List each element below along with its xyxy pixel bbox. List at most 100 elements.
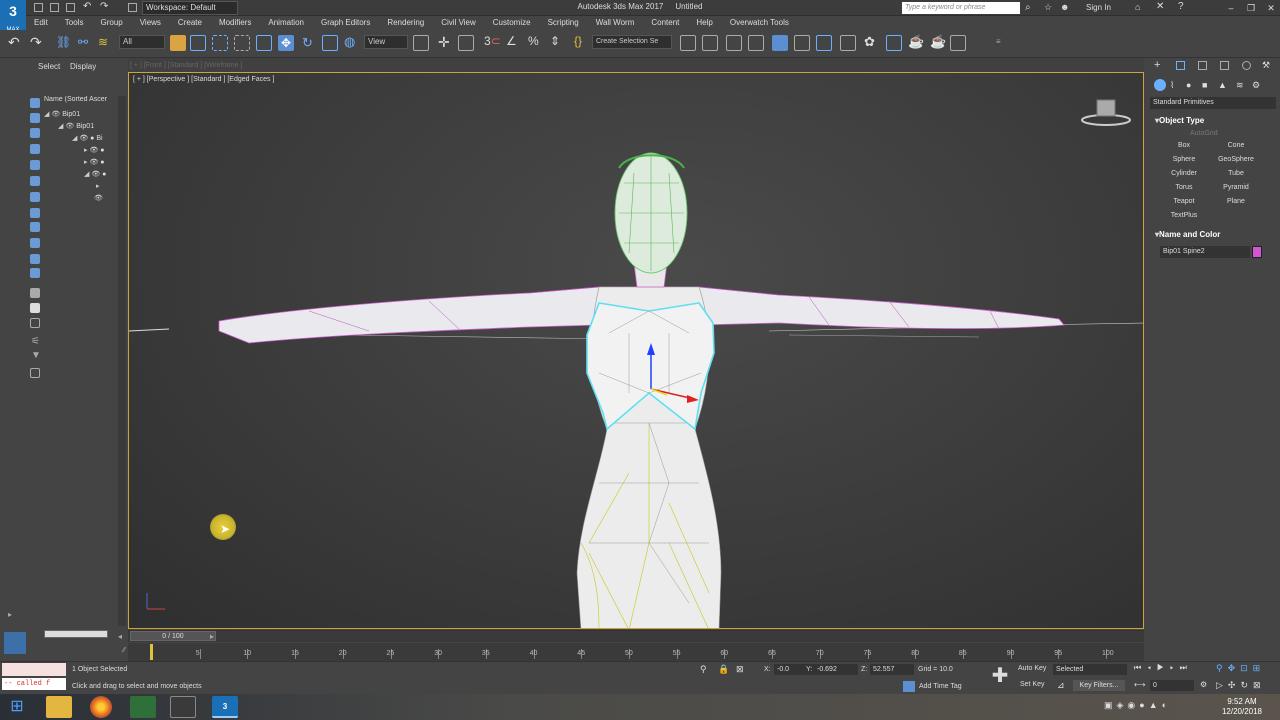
viewport-navigation-controls-row2[interactable]: ▷✣↻⊠ (1216, 680, 1266, 691)
snap-toggle-icon[interactable]: 3⊂ (484, 34, 501, 48)
key-filter-icon[interactable]: ⊿ (1057, 680, 1065, 691)
list-item[interactable]: ◢ 👁 ● Bi (72, 134, 103, 144)
project-folder-icon[interactable] (128, 3, 137, 12)
schematic-view-icon[interactable] (816, 35, 832, 51)
primitive-category-dropdown[interactable]: Standard Primitives (1150, 97, 1276, 109)
explorer-scrollbar[interactable] (118, 96, 126, 626)
shapes-icon[interactable]: ⌇ (1170, 80, 1174, 91)
time-config-icon[interactable]: ⚙ (1200, 680, 1207, 689)
pyramid-button[interactable]: Pyramid (1211, 182, 1261, 194)
time-tag-icon[interactable] (903, 681, 915, 692)
object-color-swatch[interactable] (1252, 246, 1262, 258)
menu-edit[interactable]: Edit (26, 16, 57, 30)
taskbar-clock[interactable]: 9:52 AM 12/20/2018 (1214, 697, 1270, 717)
unlink-icon[interactable]: ⚯ (78, 35, 88, 49)
selection-lock-icon[interactable]: 🔒 (718, 664, 729, 675)
undo-icon[interactable]: ↶ (8, 34, 20, 51)
viewport-navigation-controls[interactable]: ⚲✥⊡⊞ (1216, 663, 1265, 674)
key-filters-button[interactable]: Key Filters... (1073, 680, 1125, 691)
viewport-label[interactable]: [ + ] [Perspective ] [Standard ] [Edged … (133, 76, 274, 83)
reference-coordinate-dropdown[interactable]: View (364, 35, 408, 49)
teapot-button[interactable]: Teapot (1159, 196, 1209, 208)
y-coordinate-field[interactable]: -0.692 (814, 664, 858, 675)
modify-tab-icon[interactable] (1176, 61, 1185, 70)
set-key-button[interactable]: Set Key (1020, 681, 1045, 688)
cameras-icon[interactable]: ■ (1202, 80, 1207, 90)
tube-button[interactable]: Tube (1211, 168, 1261, 180)
display-cameras-icon[interactable] (30, 144, 40, 154)
isolate-icon[interactable]: ⚲ (700, 664, 707, 675)
named-selection-dropdown[interactable]: Create Selection Se (592, 35, 672, 49)
maximize-button[interactable]: ❐ (1244, 2, 1258, 14)
set-key-icon[interactable]: ✚ (988, 664, 1012, 688)
windows-start-icon[interactable]: ⊞ (4, 696, 30, 718)
list-item[interactable]: ▸ 👁 ● (84, 158, 105, 168)
display-containers-icon[interactable] (30, 238, 40, 248)
mini-curve-editor-icon[interactable]: ⁄⁄ (123, 647, 125, 654)
file-explorer-icon[interactable] (46, 696, 72, 718)
display-lights-icon[interactable] (30, 128, 40, 138)
select-and-move-icon[interactable]: ✥ (278, 35, 294, 51)
select-object-icon[interactable] (170, 35, 186, 51)
z-coordinate-field[interactable]: 52.557 (870, 664, 914, 675)
box-button[interactable]: Box (1159, 140, 1209, 152)
filter-icon[interactable]: ⚟ (31, 336, 40, 347)
tab-select[interactable]: Select (38, 62, 60, 71)
exchange-icon[interactable]: ✕ (1156, 1, 1164, 12)
object-name-field[interactable]: Bip01 Spine2 (1160, 246, 1250, 258)
3ds-max-taskbar-icon[interactable]: 3 (212, 696, 238, 718)
curve-editor-icon[interactable] (794, 35, 810, 51)
menu-customize[interactable]: Customize (485, 16, 540, 30)
link-icon[interactable]: ⛓ (56, 35, 71, 49)
minimize-button[interactable]: – (1224, 2, 1238, 14)
rendered-frame-icon[interactable] (886, 35, 902, 51)
render-production-icon[interactable]: ☕ (908, 34, 924, 50)
absolute-mode-icon[interactable]: ⊠ (736, 664, 744, 675)
redo-icon[interactable]: ↷ (30, 34, 42, 51)
display-all-icon[interactable] (30, 288, 40, 298)
help-icon[interactable]: ? (1178, 1, 1184, 12)
render-iterative-icon[interactable]: ☕ (930, 34, 946, 50)
workspace-selector[interactable]: Workspace: Default (142, 1, 238, 15)
explorer-arrow-icon[interactable]: ▸ (8, 610, 12, 619)
binoculars-icon[interactable]: ⌕ (1025, 2, 1031, 13)
key-mode-toggle-icon[interactable]: ⟷ (1134, 680, 1145, 689)
viewcube-icon[interactable] (1080, 98, 1132, 128)
undo-icon[interactable]: ↶ (83, 1, 91, 12)
render-in-cloud-icon[interactable] (950, 35, 966, 51)
menu-modifiers[interactable]: Modifiers (211, 16, 260, 30)
mirror-icon[interactable] (680, 35, 696, 51)
display-hidden-icon[interactable] (30, 268, 40, 278)
open-file-icon[interactable] (50, 3, 59, 12)
sphere-button[interactable]: Sphere (1159, 154, 1209, 166)
auto-key-button[interactable]: Auto Key (1018, 665, 1046, 672)
autodesk-store-icon[interactable]: ⌂ (1135, 2, 1140, 12)
space-warps-icon[interactable]: ≋ (1236, 80, 1244, 91)
firefox-icon[interactable] (90, 696, 112, 718)
track-bar[interactable] (128, 643, 1144, 661)
maxscript-output[interactable]: -- called f (2, 678, 66, 690)
menu-civil-view[interactable]: Civil View (433, 16, 485, 30)
perspective-viewport[interactable] (128, 72, 1144, 629)
helpers-icon[interactable]: ▲ (1218, 80, 1227, 90)
key-mode-dropdown[interactable]: Selected (1053, 664, 1127, 675)
explorer-column-header[interactable]: Name (Sorted Ascer (44, 96, 112, 107)
rotate-icon[interactable]: ↻ (302, 35, 313, 51)
ribbon-toggle-icon[interactable] (772, 35, 788, 51)
menu-graph-editors[interactable]: Graph Editors (313, 16, 379, 30)
lights-icon[interactable]: ● (1186, 80, 1191, 90)
name-and-color-rollout[interactable]: Name and Color (1155, 230, 1220, 239)
layer-explorer-icon[interactable] (748, 35, 764, 51)
display-none-icon[interactable] (30, 303, 40, 313)
window-crossing-icon[interactable] (234, 35, 250, 51)
time-marker[interactable] (150, 644, 153, 660)
select-manipulate-icon[interactable]: ✛ (438, 34, 450, 51)
cylinder-button[interactable]: Cylinder (1159, 168, 1209, 180)
list-item[interactable]: ◢ 👁 Bip01 (58, 122, 94, 132)
time-slider[interactable] (128, 630, 1144, 642)
playback-controls[interactable]: ⏮◂▶▸⏭ (1134, 663, 1193, 673)
redo-icon[interactable]: ↷ (100, 1, 108, 12)
autogrid-checkbox[interactable]: AutoGrid (1190, 130, 1218, 137)
system-tray-icons[interactable]: ▣◈◉●▲◐ (1104, 700, 1171, 711)
utilities-tab-icon[interactable]: ⚒ (1262, 60, 1270, 71)
